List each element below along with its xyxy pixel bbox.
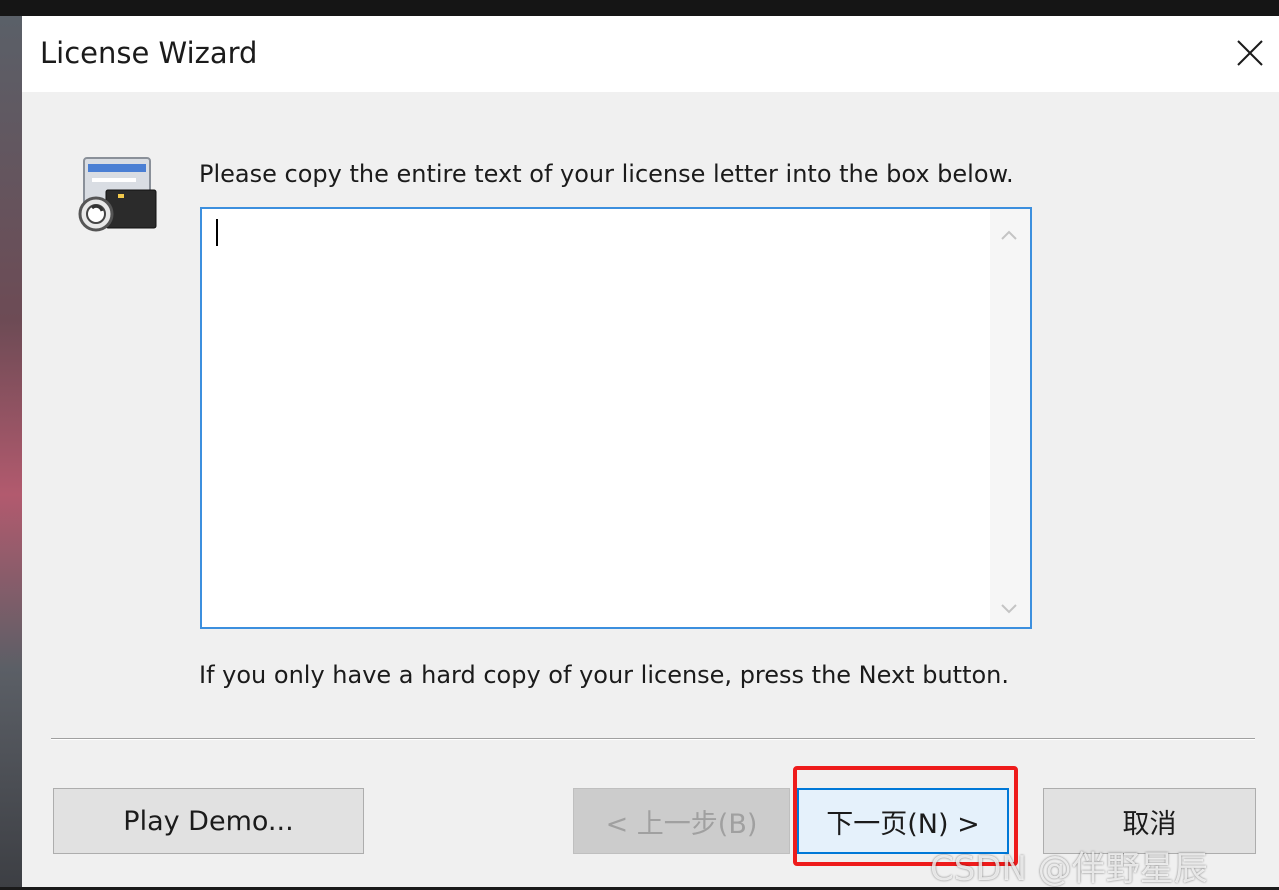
instruction-text: Please copy the entire text of your lice…	[199, 160, 1014, 188]
window-title: License Wizard	[40, 36, 258, 70]
back-label: < 上一步(B)	[605, 808, 758, 840]
background-window-edge	[0, 16, 22, 887]
top-strip	[0, 0, 1279, 16]
close-button[interactable]	[1219, 16, 1279, 92]
chevron-down-icon[interactable]	[1000, 603, 1018, 615]
hard-copy-hint: If you only have a hard copy of your lic…	[199, 661, 1010, 689]
license-wizard-dialog: License Wizard Please copy the entire te…	[22, 16, 1279, 889]
cancel-label: 取消	[1122, 808, 1177, 840]
play-demo-button[interactable]: Play Demo...	[53, 788, 364, 854]
back-button[interactable]: < 上一步(B)	[573, 788, 790, 854]
license-wizard-icon	[78, 157, 157, 232]
watermark: CSDN @伴野星辰	[930, 849, 1208, 889]
license-text-area[interactable]	[200, 207, 1032, 629]
play-demo-label: Play Demo...	[123, 805, 294, 837]
title-bar: License Wizard	[22, 16, 1279, 92]
close-icon	[1237, 40, 1263, 66]
chevron-up-icon[interactable]	[1000, 229, 1018, 241]
vertical-scrollbar[interactable]	[990, 209, 1030, 627]
separator	[51, 738, 1255, 740]
text-caret	[216, 219, 218, 246]
